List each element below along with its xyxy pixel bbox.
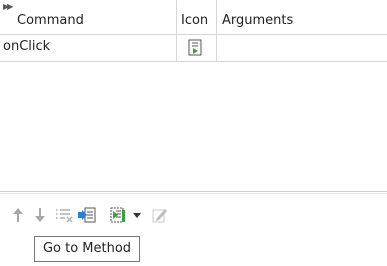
table-row[interactable]: onClick	[0, 35, 387, 62]
add-method-button[interactable]	[108, 204, 128, 226]
edit-button[interactable]	[150, 204, 170, 226]
move-up-button[interactable]	[11, 204, 31, 226]
column-header-arguments[interactable]: Arguments	[222, 0, 293, 34]
expand-all-icon[interactable]: ▶▶	[3, 2, 13, 11]
go-to-method-button[interactable]	[77, 204, 97, 226]
add-method-icon	[108, 204, 128, 226]
panel-divider	[0, 191, 387, 192]
column-header-command[interactable]: Command	[17, 0, 84, 34]
command-table: ▶▶ Command Icon Arguments onClick	[0, 0, 387, 191]
column-header-icon[interactable]: Icon	[181, 0, 208, 34]
arrow-down-icon	[33, 204, 53, 226]
edit-icon	[150, 204, 170, 226]
move-down-button[interactable]	[33, 204, 53, 226]
command-cell[interactable]: onClick	[3, 35, 50, 59]
method-icon[interactable]	[187, 39, 204, 56]
table-header: ▶▶ Command Icon Arguments	[0, 0, 387, 35]
clear-list-icon	[54, 204, 74, 226]
go-to-method-icon	[77, 204, 97, 226]
add-method-dropdown-button[interactable]	[131, 204, 143, 226]
tooltip: Go to Method	[34, 236, 140, 262]
clear-table-button[interactable]	[54, 204, 74, 226]
arrow-up-icon	[11, 204, 31, 226]
table-toolbar	[0, 200, 387, 230]
dropdown-triangle-icon	[131, 204, 143, 226]
panel-divider	[0, 193, 387, 194]
